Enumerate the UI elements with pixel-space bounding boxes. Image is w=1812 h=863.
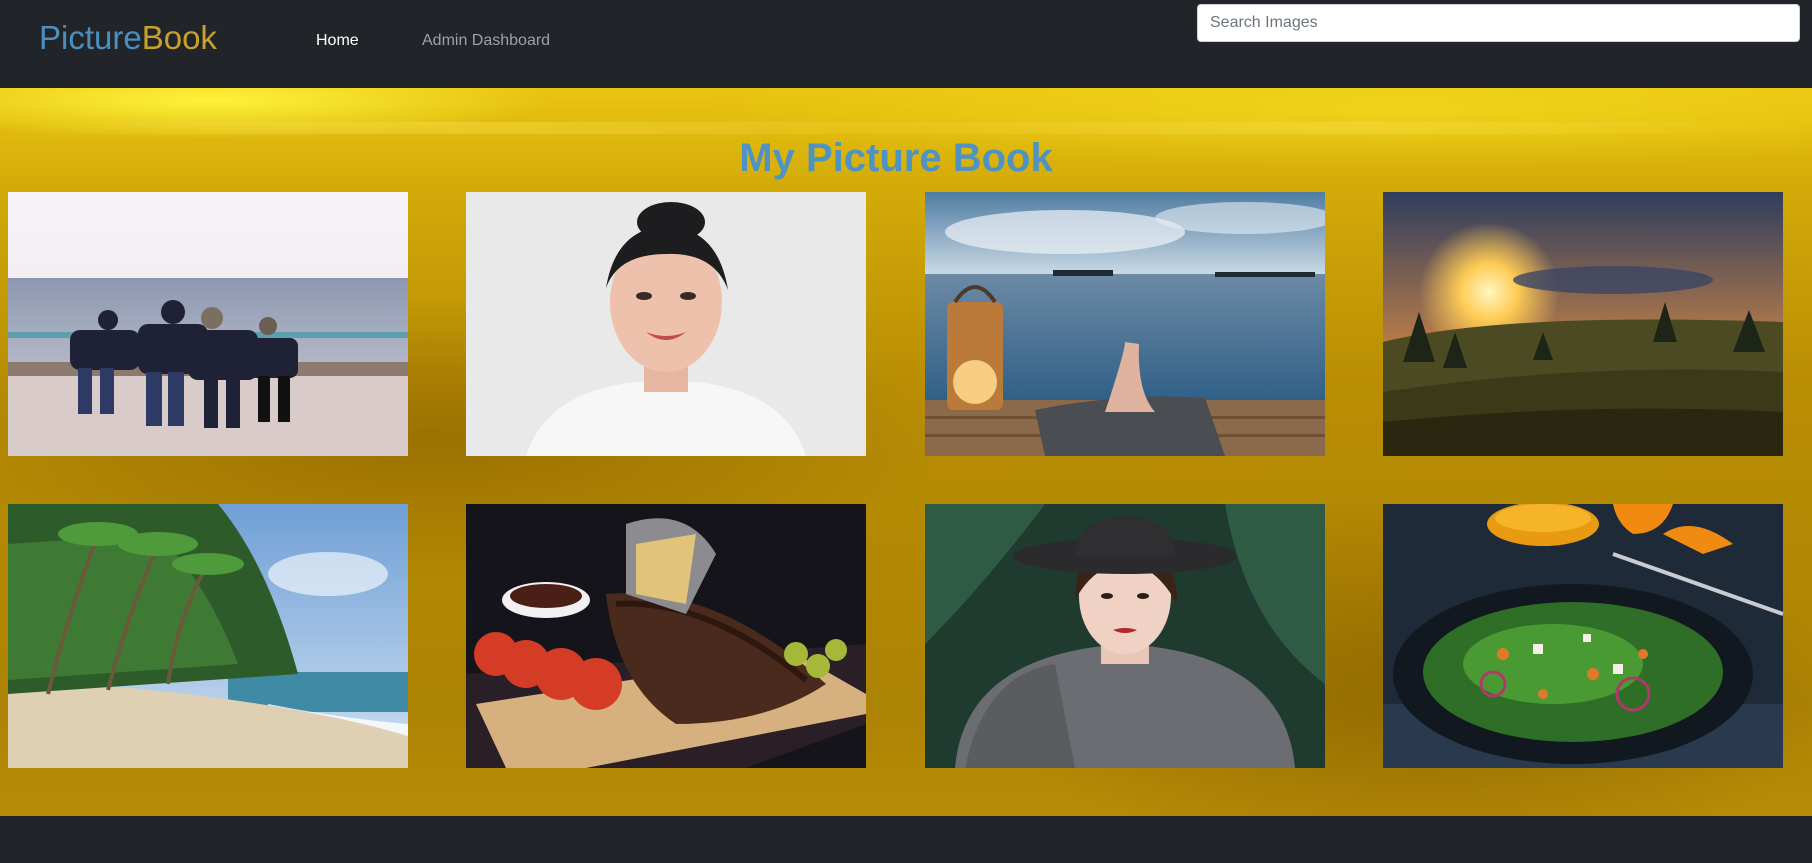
gallery-image-woman-portrait[interactable] — [466, 192, 866, 456]
sunset-field-photo — [1383, 192, 1783, 456]
navbar: PictureBook Home Admin Dashboard — [0, 0, 1812, 88]
hero-background: My Picture Book — [0, 88, 1812, 816]
gallery-image-lantern-lake[interactable] — [925, 192, 1325, 456]
tropical-beach-photo — [8, 504, 408, 768]
woman-hat-photo — [925, 504, 1325, 768]
gallery-image-ribs-platter[interactable] — [466, 504, 866, 768]
footer — [0, 816, 1812, 863]
woman-portrait-photo — [466, 192, 866, 456]
gallery-image-family-beach[interactable] — [8, 192, 408, 456]
hero-light-streak — [0, 122, 1812, 134]
salad-plate-photo — [1383, 504, 1783, 768]
search-input[interactable] — [1197, 4, 1800, 42]
brand-logo[interactable]: PictureBook — [39, 18, 217, 58]
family-beach-photo — [8, 192, 408, 456]
nav-admin-dashboard-link[interactable]: Admin Dashboard — [422, 31, 550, 51]
gallery-image-woman-hat[interactable] — [925, 504, 1325, 768]
gallery-image-sunset-field[interactable] — [1383, 192, 1783, 456]
gallery-image-salad-plate[interactable] — [1383, 504, 1783, 768]
ribs-platter-photo — [466, 504, 866, 768]
lantern-lake-photo — [925, 192, 1325, 456]
brand-part-book: Book — [141, 19, 217, 56]
page-title: My Picture Book — [739, 136, 1053, 180]
gallery-image-tropical-beach[interactable] — [8, 504, 408, 768]
brand-part-picture: Picture — [39, 19, 142, 56]
nav-home-link[interactable]: Home — [316, 31, 359, 51]
